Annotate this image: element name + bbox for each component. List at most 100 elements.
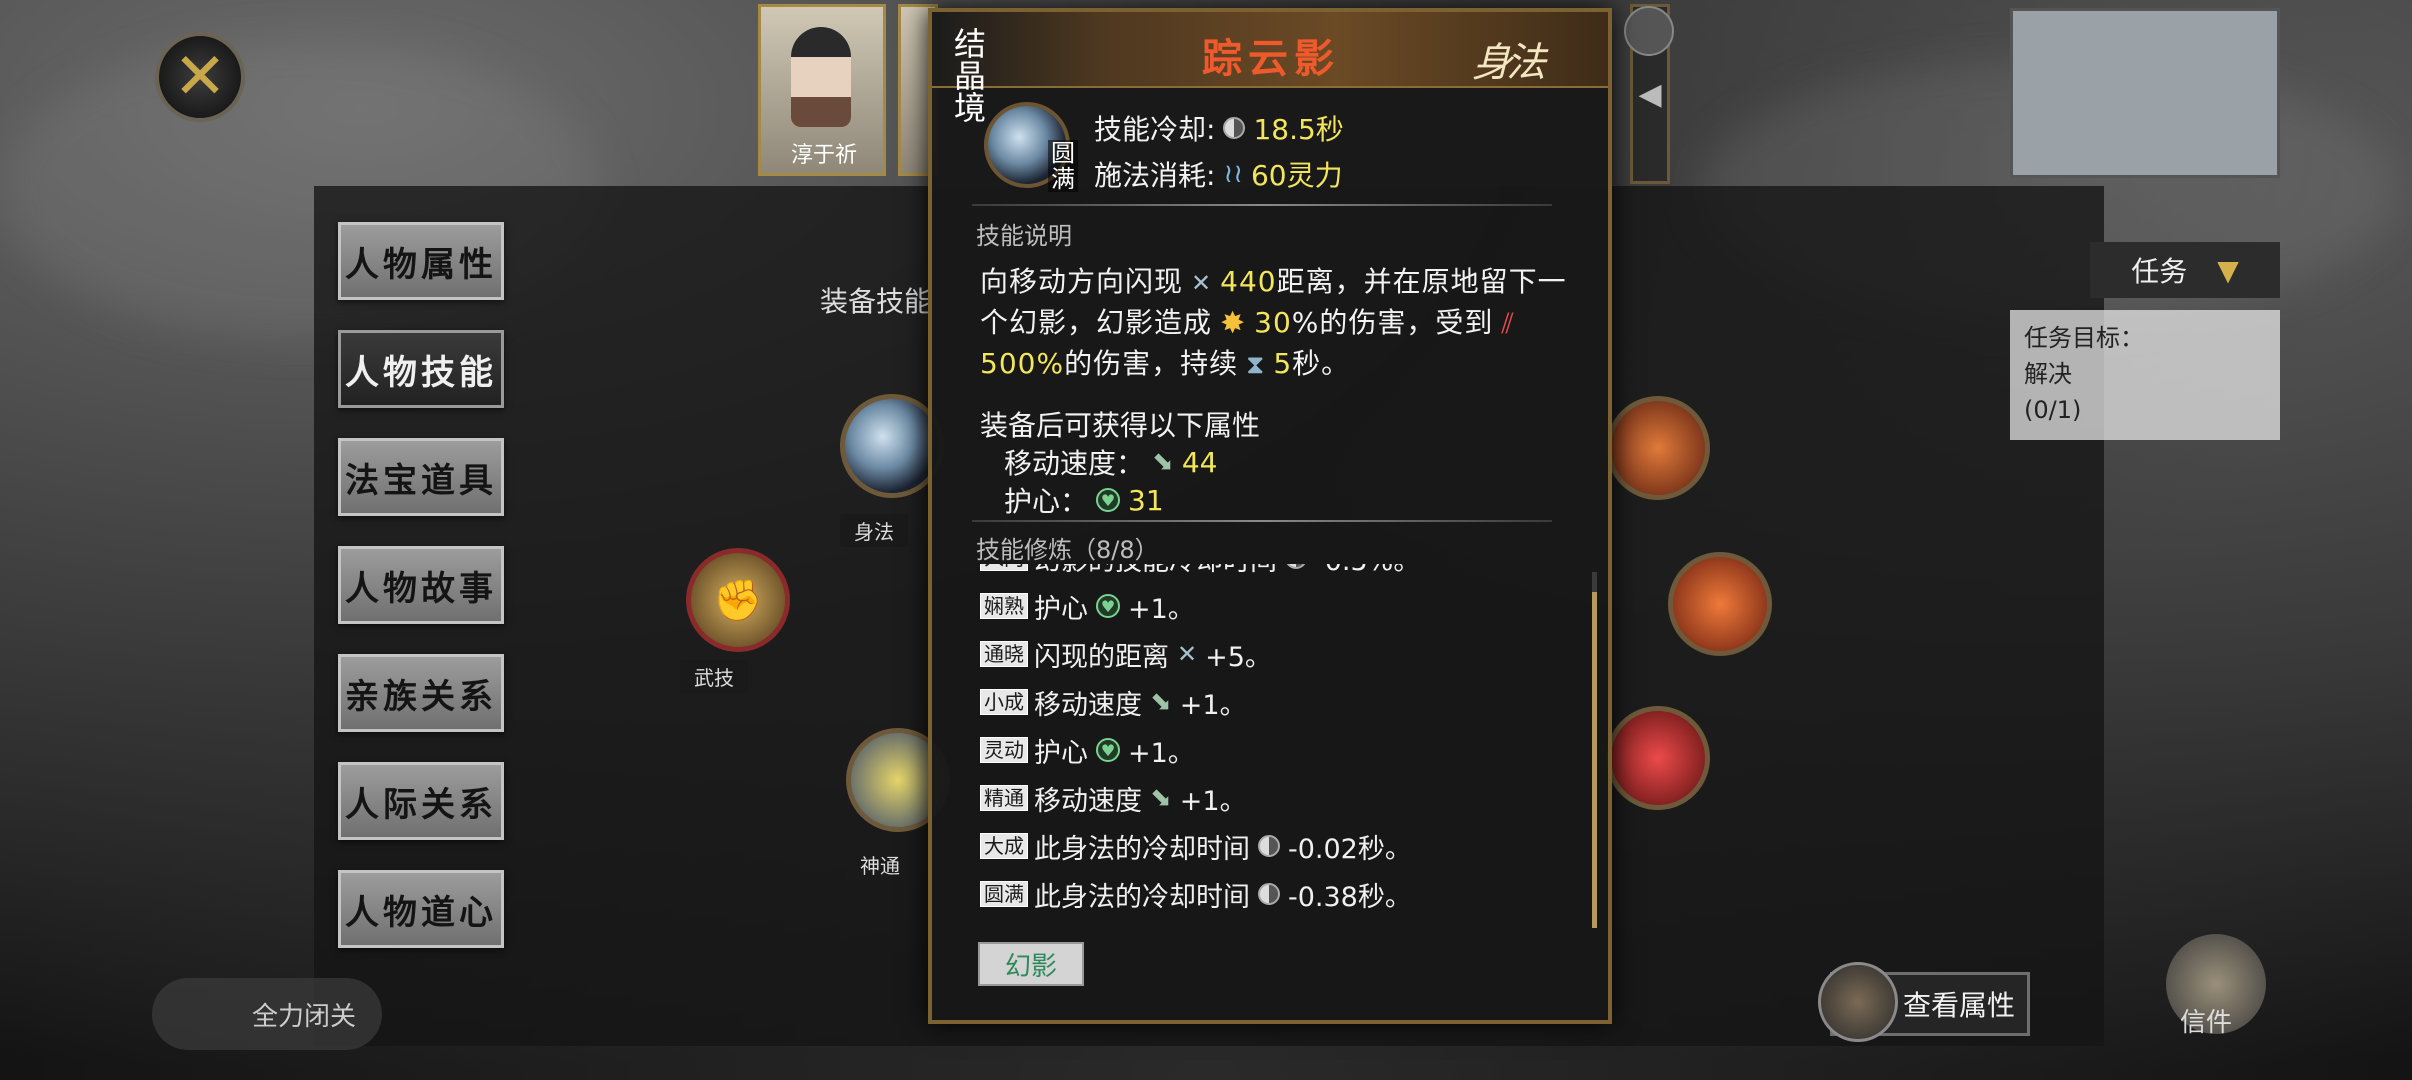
- desc-distance: 440: [1220, 265, 1277, 298]
- training-list[interactable]: 入门幻影的技能冷却时间 -0.5%。 娴熟护心 ♥ +1。 通晓闪现的距离 ✕+5。 小…: [980, 564, 1580, 932]
- training-item: 精通 移动速度 ⬊ +1。: [980, 774, 1580, 822]
- training-text: 此身法的冷却时间: [1034, 833, 1250, 865]
- menu-item-skills[interactable]: 人物技能: [338, 330, 504, 408]
- training-tag: 圆满: [980, 881, 1028, 907]
- training-section-label: 技能修炼（8/8）: [976, 536, 1159, 564]
- desc-taken: 500%: [980, 347, 1065, 380]
- training-tag: 娴熟: [980, 593, 1028, 619]
- cooldown-label: 技能冷却:: [1094, 113, 1216, 146]
- chevron-left-icon: ◀: [1638, 76, 1662, 112]
- training-value: +1。: [1128, 593, 1195, 625]
- training-text: 护心: [1034, 593, 1088, 625]
- moon-icon: [1223, 117, 1246, 139]
- training-text: 幻影的技能冷却时间: [1034, 564, 1277, 578]
- skill-slot[interactable]: [1606, 706, 1710, 810]
- moon-icon: [1285, 564, 1307, 569]
- realm-rank: 结晶境: [953, 25, 986, 127]
- training-tag: 大成: [980, 833, 1028, 859]
- tooltip-header: 结晶境 踪云影 身法: [932, 12, 1608, 124]
- menu-item-dao-heart[interactable]: 人物道心: [338, 870, 504, 948]
- fist-icon: ✊: [713, 577, 763, 624]
- character-avatar-icon: [1818, 962, 1898, 1042]
- training-item: 圆满 此身法的冷却时间 -0.38秒。: [980, 870, 1580, 918]
- training-item: 入门幻影的技能冷却时间 -0.5%。: [980, 564, 1580, 582]
- martial-skill-label: 武技: [680, 660, 748, 693]
- training-item: 娴熟 护心 ♥ +1。: [980, 582, 1580, 630]
- training-item: 小成 移动速度 ⬊ +1。: [980, 678, 1580, 726]
- scrollbar-thumb[interactable]: [1592, 592, 1597, 928]
- training-item: 灵动 护心 ♥ +1。: [980, 726, 1580, 774]
- close-icon: ✕: [173, 40, 227, 114]
- movement-skill-label: 身法: [840, 514, 908, 547]
- skill-slot[interactable]: [1668, 552, 1772, 656]
- training-scrollbar[interactable]: [1592, 572, 1597, 928]
- desc-text: 向移动方向闪现: [980, 265, 1184, 298]
- skill-description: 向移动方向闪现 ✕ 440距离，并在原地留下一个幻影，幻影造成 ✸ 30%的伤害，受到 ⫽…: [980, 262, 1580, 385]
- seclusion-button[interactable]: 全力闭关: [152, 978, 382, 1050]
- training-text: 移动速度: [1034, 785, 1142, 817]
- cross-arrows-icon: ✕: [1177, 640, 1198, 668]
- task-line: (0/1): [2024, 396, 2082, 424]
- training-value: +5。: [1205, 641, 1272, 673]
- training-tag: 入门: [980, 564, 1028, 571]
- moon-icon: [1258, 883, 1280, 905]
- desc-text: 秒。: [1292, 347, 1351, 380]
- martial-skill-slot[interactable]: ✊: [686, 548, 790, 652]
- divider: [972, 520, 1552, 522]
- skill-slot[interactable]: [1606, 396, 1710, 500]
- star-burst-icon: ✸: [1220, 306, 1247, 341]
- speed-value: 44: [1181, 445, 1218, 479]
- letter-label: 信件: [2180, 1008, 2233, 1038]
- boot-icon: ⬊: [1150, 687, 1172, 717]
- equip-bonus-title: 装备后可获得以下属性: [980, 409, 1261, 442]
- skill-type: 身法: [1472, 40, 1546, 86]
- task-tracker[interactable]: 任务目标： 解决 (0/1): [2010, 310, 2280, 440]
- training-text: 闪现的距离: [1034, 641, 1169, 673]
- claw-icon: ⫽: [1501, 307, 1515, 340]
- menu-item-relations[interactable]: 人际关系: [338, 762, 504, 840]
- hourglass-icon: ⧗: [1246, 350, 1266, 380]
- divider: [972, 204, 1552, 206]
- close-button[interactable]: ✕: [155, 32, 245, 122]
- task-button[interactable]: 任务 ▼: [2090, 242, 2280, 298]
- skill-title: 踪云影: [1202, 35, 1340, 82]
- chevron-down-icon: ▼: [2217, 253, 2239, 287]
- menu-item-story[interactable]: 人物故事: [338, 546, 504, 624]
- party-icon[interactable]: [1624, 6, 1674, 56]
- menu-item-family[interactable]: 亲族关系: [338, 654, 504, 732]
- training-value: +1。: [1179, 689, 1247, 721]
- training-value: -0.38秒。: [1288, 881, 1412, 913]
- description-section-label: 技能说明: [976, 222, 1072, 250]
- character-name: 淳于祈: [791, 143, 858, 168]
- training-tag: 精通: [980, 785, 1028, 811]
- heart-icon: ♥: [1096, 738, 1120, 762]
- character-face: [791, 27, 851, 127]
- character-menu: 人物属性 人物技能 法宝道具 人物故事 亲族关系 人际关系 人物道心: [338, 222, 504, 978]
- cost-label: 施法消耗:: [1094, 159, 1216, 192]
- heart-icon: ♥: [1096, 488, 1121, 512]
- training-tag: 小成: [980, 689, 1028, 715]
- desc-duration: 5: [1273, 347, 1293, 380]
- minimap[interactable]: [2010, 8, 2280, 178]
- phantom-button[interactable]: 幻影: [978, 942, 1084, 986]
- cooldown-value: 18.5秒: [1253, 113, 1344, 146]
- skill-tooltip: 结晶境 踪云影 身法 圆满 技能冷却: 18.5秒 施法消耗: ≀≀ 60灵力 …: [928, 8, 1612, 1024]
- speed-attr-row: 移动速度： ⬊ 44: [1004, 442, 1217, 482]
- task-line: 解决: [2024, 360, 2072, 388]
- training-text: 移动速度: [1034, 689, 1142, 721]
- training-tag: 灵动: [980, 737, 1028, 763]
- menu-item-attributes[interactable]: 人物属性: [338, 222, 504, 300]
- boot-icon: ⬊: [1150, 783, 1172, 813]
- training-item: 通晓 闪现的距离 ✕ +5。: [980, 630, 1580, 678]
- desc-text: %的伤害，受到: [1291, 306, 1494, 339]
- cooldown-row: 技能冷却: 18.5秒: [1094, 108, 1344, 148]
- menu-item-treasures[interactable]: 法宝道具: [338, 438, 504, 516]
- moon-icon: [1258, 835, 1280, 857]
- training-value: -0.5%。: [1315, 564, 1420, 578]
- guard-value: 31: [1128, 483, 1164, 517]
- task-line: 任务目标：: [2024, 324, 2144, 352]
- training-tag: 通晓: [980, 641, 1028, 667]
- speed-label: 移动速度：: [1004, 447, 1145, 480]
- desc-damage: 30: [1254, 306, 1292, 339]
- character-portrait[interactable]: 淳于祈: [758, 4, 886, 176]
